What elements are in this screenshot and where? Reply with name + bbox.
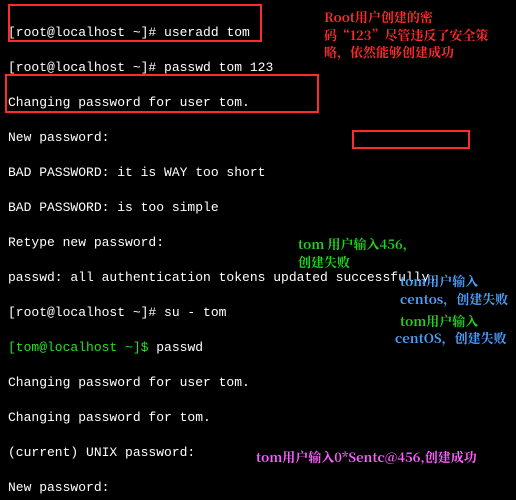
cmd-su-tom: su - tom	[164, 305, 226, 320]
highlight-box-badpassword	[5, 74, 319, 113]
highlight-box-successfully	[352, 130, 470, 149]
annotation-tom-456-line1: tom 用户输入456，	[298, 234, 416, 253]
annotation-tom-centOS-label: tom用户输入	[400, 312, 516, 330]
annotation-tom-centos: tom用户输入centos，创建失败	[400, 272, 516, 307]
annotation-tom-456: tom 用户输入456， 创建失败	[298, 235, 478, 270]
annotation-tom-456-line2: 创建失败	[298, 252, 350, 271]
highlight-box-commands	[8, 4, 262, 42]
cmd-passwd-tom-1: passwd	[156, 340, 203, 355]
out-newpw-2: New password:	[8, 479, 508, 497]
annotation-tom-centOS-fail: centOS，创建失败	[395, 329, 516, 347]
out-success-prefix: passwd: all authentication tokens update…	[8, 270, 336, 285]
prompt-root-2: [root@localhost ~]#	[8, 60, 164, 75]
out-bad-short-1: BAD PASSWORD: it is WAY too short	[8, 164, 508, 182]
prompt-tom-1: [tom@localhost ~]$	[8, 340, 156, 355]
annotation-root-password: Root用户创建的密码“123”尽管违反了安全策略，依然能够创建成功	[324, 8, 504, 61]
cmd-passwd-root: passwd tom 123	[164, 60, 273, 75]
prompt-root-3: [root@localhost ~]#	[8, 305, 164, 320]
out-changing-user-tom: Changing password for user tom.	[8, 374, 508, 392]
out-bad-simple: BAD PASSWORD: is too simple	[8, 199, 508, 217]
out-changing-tom: Changing password for tom.	[8, 409, 508, 427]
annotation-tom-success: tom用户输入0*Sentc@456,创建成功	[256, 448, 516, 466]
